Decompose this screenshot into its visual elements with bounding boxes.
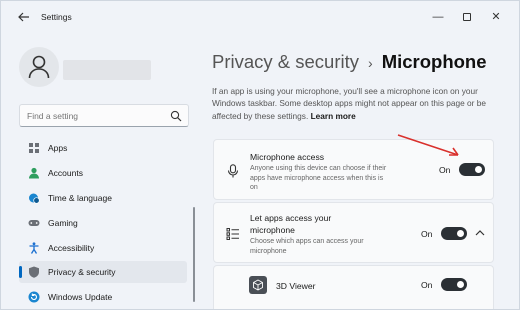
update-icon [28, 291, 40, 303]
sidebar-item-time-language[interactable]: Time & language [19, 187, 187, 209]
back-arrow-icon [18, 12, 29, 22]
toggle-knob [475, 166, 482, 173]
microphone-access-toggle[interactable] [459, 163, 485, 176]
3d-viewer-toggle[interactable] [441, 278, 467, 291]
sidebar-item-gaming[interactable]: Gaming [19, 212, 187, 234]
sidebar-item-label: Windows Update [48, 292, 113, 302]
sidebar-item-accessibility[interactable]: Accessibility [19, 237, 187, 259]
search-icon [170, 110, 182, 122]
accounts-icon [29, 167, 39, 179]
annotation-arrow-icon [397, 134, 459, 156]
search-input[interactable] [27, 109, 167, 123]
globe-clock-icon [29, 193, 40, 204]
sidebar-item-label: Gaming [48, 218, 78, 228]
sidebar-item-label: Accounts [48, 168, 83, 178]
sidebar-item-label: Privacy & security [48, 267, 116, 277]
breadcrumb-parent[interactable]: Privacy & security [212, 51, 359, 72]
avatar [19, 47, 59, 87]
apps-access-title: Let apps access your microphone [250, 213, 332, 235]
microphone-access-title: Microphone access [250, 152, 325, 162]
apps-access-state: On [421, 229, 433, 239]
microphone-access-state: On [439, 165, 451, 175]
app-list-icon [226, 228, 239, 240]
breadcrumb: Privacy & security › Microphone [212, 51, 487, 73]
maximize-icon [463, 13, 471, 22]
settings-window: Settings — ✕ Apps Accounts Time & la [0, 0, 520, 310]
accessibility-icon [29, 242, 39, 254]
3d-viewer-state: On [421, 280, 433, 290]
cube-icon [253, 279, 263, 291]
profile-name-redacted [63, 60, 151, 80]
apps-icon [29, 143, 39, 153]
chevron-up-icon[interactable] [475, 229, 485, 237]
apps-access-toggle[interactable] [441, 227, 467, 240]
page-description: If an app is using your microphone, you'… [212, 85, 497, 122]
person-icon [28, 55, 50, 79]
page-title: Microphone [381, 51, 487, 72]
app-row-3d-viewer: 3D Viewer On [213, 265, 494, 309]
maximize-button[interactable] [454, 7, 480, 27]
sidebar-item-label: Apps [48, 143, 68, 153]
active-indicator [19, 266, 22, 278]
shield-icon [29, 266, 39, 278]
sidebar-item-windows-update[interactable]: Windows Update [19, 286, 187, 308]
close-button[interactable]: ✕ [483, 7, 509, 27]
app-title: Settings [41, 12, 72, 22]
sidebar-item-label: Accessibility [48, 243, 95, 253]
sidebar-item-apps[interactable]: Apps [19, 137, 187, 159]
microphone-access-subtitle: Anyone using this device can choose if t… [250, 165, 387, 191]
microphone-icon [227, 164, 239, 178]
title-bar: Settings — ✕ [1, 1, 519, 35]
3d-viewer-label: 3D Viewer [276, 281, 316, 291]
toggle-knob [457, 230, 464, 237]
sidebar-item-privacy-security[interactable]: Privacy & security [19, 261, 187, 283]
gamepad-icon [28, 220, 40, 226]
3d-viewer-app-icon [249, 276, 267, 294]
sidebar-item-label: Time & language [48, 193, 112, 203]
apps-access-card[interactable]: Let apps access your microphone Choose w… [213, 202, 494, 263]
sidebar-item-accounts[interactable]: Accounts [19, 162, 187, 184]
apps-access-subtitle: Choose which apps can access your microp… [250, 238, 364, 255]
learn-more-link[interactable]: Learn more [311, 111, 356, 121]
minimize-button[interactable]: — [425, 7, 451, 27]
toggle-knob [457, 281, 464, 288]
breadcrumb-separator: › [368, 55, 373, 71]
sidebar-scrollbar[interactable] [193, 207, 195, 302]
back-button[interactable] [15, 10, 33, 26]
search-box[interactable] [19, 104, 189, 127]
